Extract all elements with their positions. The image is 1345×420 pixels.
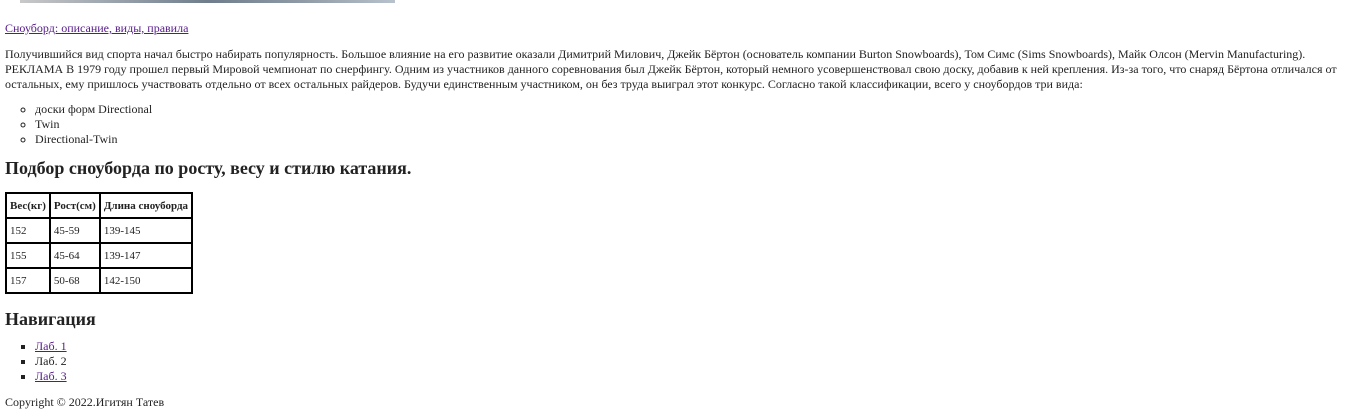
nav-item-lab-1: Лаб. 1 [35,339,1340,354]
table-cell: 139-145 [99,218,193,243]
table-row: 157 50-68 142-150 [6,268,193,293]
article-paragraph: Получившийся вид спорта начал быстро наб… [5,47,1337,91]
table-cell: 152 [6,218,50,243]
table-cell: 139-147 [99,243,193,268]
nav-item-lab-3: Лаб. 3 [35,369,1340,384]
column-header-length: Длина сноуборда [99,193,193,218]
nav-link-lab-1[interactable]: Лаб. 1 [35,339,67,353]
list-item: Directional-Twin [35,132,1340,147]
page-content: Сноуборд: описание, виды, правила Получи… [5,20,1340,410]
table-cell: 50-68 [49,268,100,293]
table-header-row: Вес(кг) Рост(см) Длина сноуборда [6,193,193,218]
column-header-weight: Вес(кг) [6,193,50,218]
nav-link-lab-3[interactable]: Лаб. 3 [35,369,67,383]
table-cell: 45-64 [49,243,100,268]
footer-copyright: Copyright © 2022.Игитян Татев [5,395,165,409]
table-cell: 142-150 [99,268,193,293]
selection-heading: Подбор сноуборда по росту, весу и стилю … [5,158,412,178]
navigation-heading: Навигация [5,309,96,329]
nav-item-lab-2: Лаб. 2 [35,354,1340,369]
header-image-strip [20,0,395,3]
column-header-height: Рост(см) [49,193,100,218]
table-row: 152 45-59 139-145 [6,218,193,243]
table-row: 155 45-64 139-147 [6,243,193,268]
size-table: Вес(кг) Рост(см) Длина сноуборда 152 45-… [5,192,194,294]
table-cell: 45-59 [49,218,100,243]
snowboard-kinds-list: доски форм Directional Twin Directional-… [5,102,1340,147]
table-cell: 157 [6,268,50,293]
table-cell: 155 [6,243,50,268]
list-item: доски форм Directional [35,102,1340,117]
list-item: Twin [35,117,1340,132]
navigation-list: Лаб. 1 Лаб. 2 Лаб. 3 [5,339,1340,384]
article-title-link[interactable]: Сноуборд: описание, виды, правила [5,20,1340,36]
